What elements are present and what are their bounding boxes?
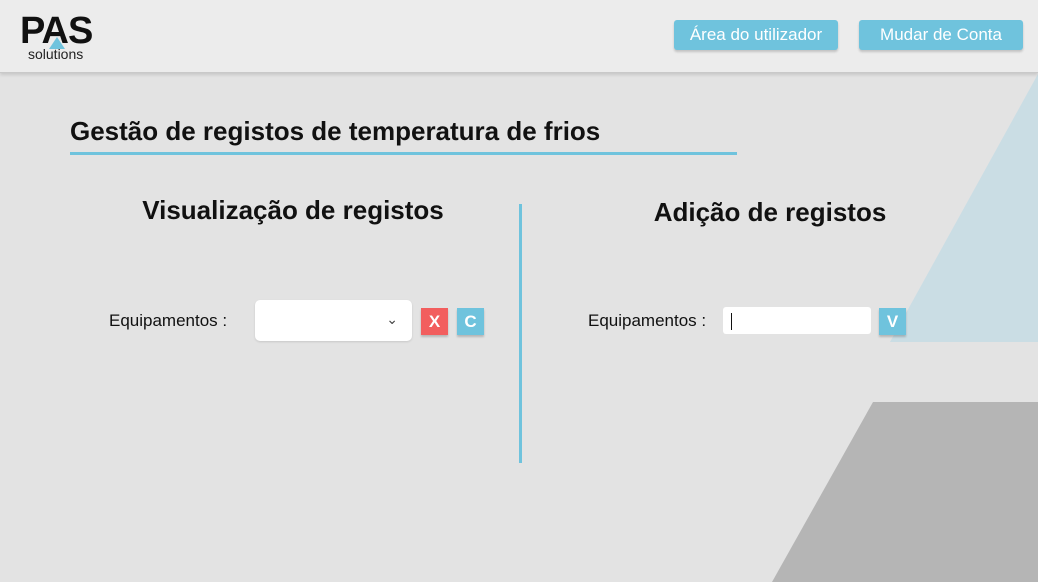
add-record-button[interactable]: V: [879, 308, 906, 335]
app-header: PAS solutions Área do utilizador Mudar d…: [0, 0, 1038, 73]
switch-account-button[interactable]: Mudar de Conta: [859, 20, 1023, 50]
confirm-view-button[interactable]: C: [457, 308, 484, 335]
logo-subtext: solutions: [28, 46, 84, 62]
chevron-down-icon: ⌄: [386, 311, 398, 327]
title-underline: [70, 152, 737, 155]
grey-trapezoid-shape: [772, 402, 1038, 582]
add-records-heading: Adição de registos: [653, 197, 887, 227]
equipment-input[interactable]: [723, 307, 871, 334]
user-area-button[interactable]: Área do utilizador: [674, 20, 838, 50]
pas-logo: PAS solutions: [20, 12, 110, 64]
clear-button[interactable]: X: [421, 308, 448, 335]
section-divider: [519, 204, 522, 463]
equipment-select[interactable]: ⌄: [255, 300, 412, 341]
equipment-label-view: Equipamentos :: [109, 311, 228, 330]
page-title: Gestão de registos de temperatura de fri…: [70, 116, 601, 146]
text-cursor: [731, 313, 732, 330]
view-records-heading: Visualização de registos: [142, 195, 444, 225]
equipment-label-add: Equipamentos :: [588, 311, 707, 330]
